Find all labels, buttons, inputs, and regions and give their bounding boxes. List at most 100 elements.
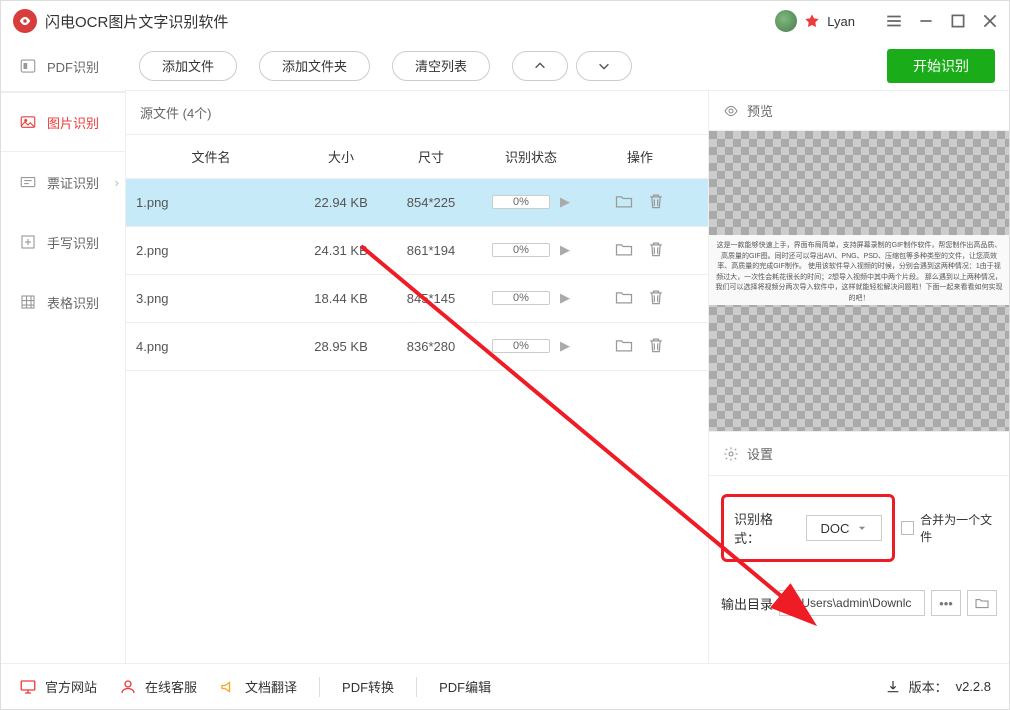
monitor-icon [19, 678, 37, 696]
gear-icon [723, 446, 739, 462]
sidebar-item-label: PDF识别 [47, 57, 99, 76]
preview-content: 这是一款能够快速上手，界面布局简单，支持屏幕录制的GIF制作软件，帮您制作出高品… [709, 235, 1009, 305]
col-header-name: 文件名 [126, 135, 296, 178]
open-folder-icon[interactable] [614, 287, 634, 310]
file-size-cell: 24.31 KB [296, 231, 386, 270]
output-setting-row: 输出目录 C:\Users\admin\Downlc ••• [721, 590, 997, 616]
delete-icon[interactable] [646, 335, 666, 358]
user-name: Lyan [827, 14, 855, 29]
chevron-down-icon [857, 523, 867, 533]
file-name-cell: 2.png [126, 231, 296, 270]
sidebar-item-label: 手写识别 [47, 233, 99, 252]
file-ops-cell [586, 323, 694, 370]
more-options-button[interactable]: ••• [931, 590, 961, 616]
table-header-row: 文件名 大小 尺寸 识别状态 操作 [126, 135, 708, 179]
download-icon [885, 679, 901, 695]
preview-area: 这是一款能够快速上手，界面布局简单，支持屏幕录制的GIF制作软件，帮您制作出高品… [709, 131, 1009, 431]
file-status-cell: 0%▶ [476, 230, 586, 272]
footer-support[interactable]: 在线客服 [119, 677, 197, 696]
start-recognition-button[interactable]: 开始识别 [887, 49, 995, 83]
menu-icon[interactable] [885, 12, 903, 30]
col-header-status: 识别状态 [476, 135, 586, 178]
file-size-cell: 18.44 KB [296, 279, 386, 318]
delete-icon[interactable] [646, 191, 666, 214]
file-ops-cell [586, 275, 694, 322]
settings-body: 识别格式： DOC 合并为一个文件 输出目录 C:\Users\admin\Do… [709, 476, 1009, 663]
table-row[interactable]: 4.png28.95 KB836*2800%▶ [126, 323, 708, 371]
user-area[interactable]: Lyan [775, 10, 855, 32]
add-file-button[interactable]: 添加文件 [139, 51, 237, 81]
title-bar: 闪电OCR图片文字识别软件 Lyan [1, 1, 1009, 41]
source-header: 源文件 (4个) [126, 91, 708, 135]
minimize-icon[interactable] [917, 12, 935, 30]
file-ops-cell [586, 179, 694, 226]
format-setting-row: 识别格式： DOC 合并为一个文件 [721, 494, 997, 562]
delete-icon[interactable] [646, 239, 666, 262]
horn-icon [219, 678, 237, 696]
file-name-cell: 3.png [126, 279, 296, 318]
footer-translate[interactable]: 文档翻译 [219, 677, 297, 696]
add-folder-button[interactable]: 添加文件夹 [259, 51, 370, 81]
file-dim-cell: 845*145 [386, 279, 476, 318]
vip-icon [803, 12, 821, 30]
col-header-ops: 操作 [586, 135, 694, 178]
preview-section-title: 预览 [709, 91, 1009, 131]
file-size-cell: 22.94 KB [296, 183, 386, 222]
footer: 官方网站 在线客服 文档翻译 PDF转换 PDF编辑 版本： v2.2.8 [1, 663, 1009, 709]
headset-icon [119, 678, 137, 696]
output-label: 输出目录 [721, 594, 773, 613]
footer-pdf-edit[interactable]: PDF编辑 [439, 677, 491, 696]
file-name-cell: 4.png [126, 327, 296, 366]
file-status-cell: 0%▶ [476, 326, 586, 368]
file-dim-cell: 854*225 [386, 183, 476, 222]
play-icon[interactable]: ▶ [560, 242, 570, 258]
table-row[interactable]: 2.png24.31 KB861*1940%▶ [126, 227, 708, 275]
sidebar-item-handwriting[interactable]: 手写识别 [1, 212, 125, 272]
open-folder-button[interactable] [967, 590, 997, 616]
sidebar-item-table[interactable]: 表格识别 [1, 272, 125, 332]
sidebar-item-pdf[interactable]: PDF识别 [1, 41, 125, 91]
app-logo-icon [13, 9, 37, 33]
file-status-cell: 0%▶ [476, 182, 586, 224]
table-body: 1.png22.94 KB854*2250%▶2.png24.31 KB861*… [126, 179, 708, 663]
open-folder-icon[interactable] [614, 239, 634, 262]
sidebar-item-ticket[interactable]: 票证识别 › [1, 152, 125, 212]
file-size-cell: 28.95 KB [296, 327, 386, 366]
right-panel: 预览 这是一款能够快速上手，界面布局简单，支持屏幕录制的GIF制作软件，帮您制作… [709, 91, 1009, 663]
sidebar-item-label: 表格识别 [47, 293, 99, 312]
play-icon[interactable]: ▶ [560, 338, 570, 354]
output-path-input[interactable]: C:\Users\admin\Downlc [779, 590, 925, 616]
close-icon[interactable] [981, 12, 999, 30]
settings-section-title: 设置 [709, 431, 1009, 476]
table-row[interactable]: 1.png22.94 KB854*2250%▶ [126, 179, 708, 227]
delete-icon[interactable] [646, 287, 666, 310]
sidebar-item-image[interactable]: 图片识别 [1, 92, 125, 152]
chevron-right-icon: › [115, 175, 119, 190]
file-dim-cell: 836*280 [386, 327, 476, 366]
user-avatar [775, 10, 797, 32]
app-title: 闪电OCR图片文字识别软件 [45, 11, 775, 32]
play-icon[interactable]: ▶ [560, 290, 570, 306]
open-folder-icon[interactable] [614, 335, 634, 358]
sidebar: PDF识别 图片识别 票证识别 › 手写识别 表格识别 [1, 41, 125, 663]
file-status-cell: 0%▶ [476, 278, 586, 320]
footer-website[interactable]: 官方网站 [19, 677, 97, 696]
toolbar: 添加文件 添加文件夹 清空列表 开始识别 [125, 41, 1009, 91]
open-folder-icon[interactable] [614, 191, 634, 214]
move-up-button[interactable] [512, 51, 568, 81]
move-down-button[interactable] [576, 51, 632, 81]
footer-pdf-convert[interactable]: PDF转换 [342, 677, 394, 696]
sidebar-item-label: 图片识别 [47, 113, 99, 132]
table-row[interactable]: 3.png18.44 KB845*1450%▶ [126, 275, 708, 323]
file-ops-cell [586, 227, 694, 274]
merge-label: 合并为一个文件 [920, 511, 997, 545]
body: PDF识别 图片识别 票证识别 › 手写识别 表格识别 [1, 41, 1009, 663]
format-select[interactable]: DOC [806, 515, 882, 541]
file-list-panel: 源文件 (4个) 文件名 大小 尺寸 识别状态 操作 1.png22.94 KB… [125, 91, 709, 663]
sidebar-item-label: 票证识别 [47, 173, 99, 192]
maximize-icon[interactable] [949, 12, 967, 30]
play-icon[interactable]: ▶ [560, 194, 570, 210]
merge-checkbox[interactable] [901, 521, 914, 535]
format-label: 识别格式： [734, 509, 798, 547]
clear-list-button[interactable]: 清空列表 [392, 51, 490, 81]
